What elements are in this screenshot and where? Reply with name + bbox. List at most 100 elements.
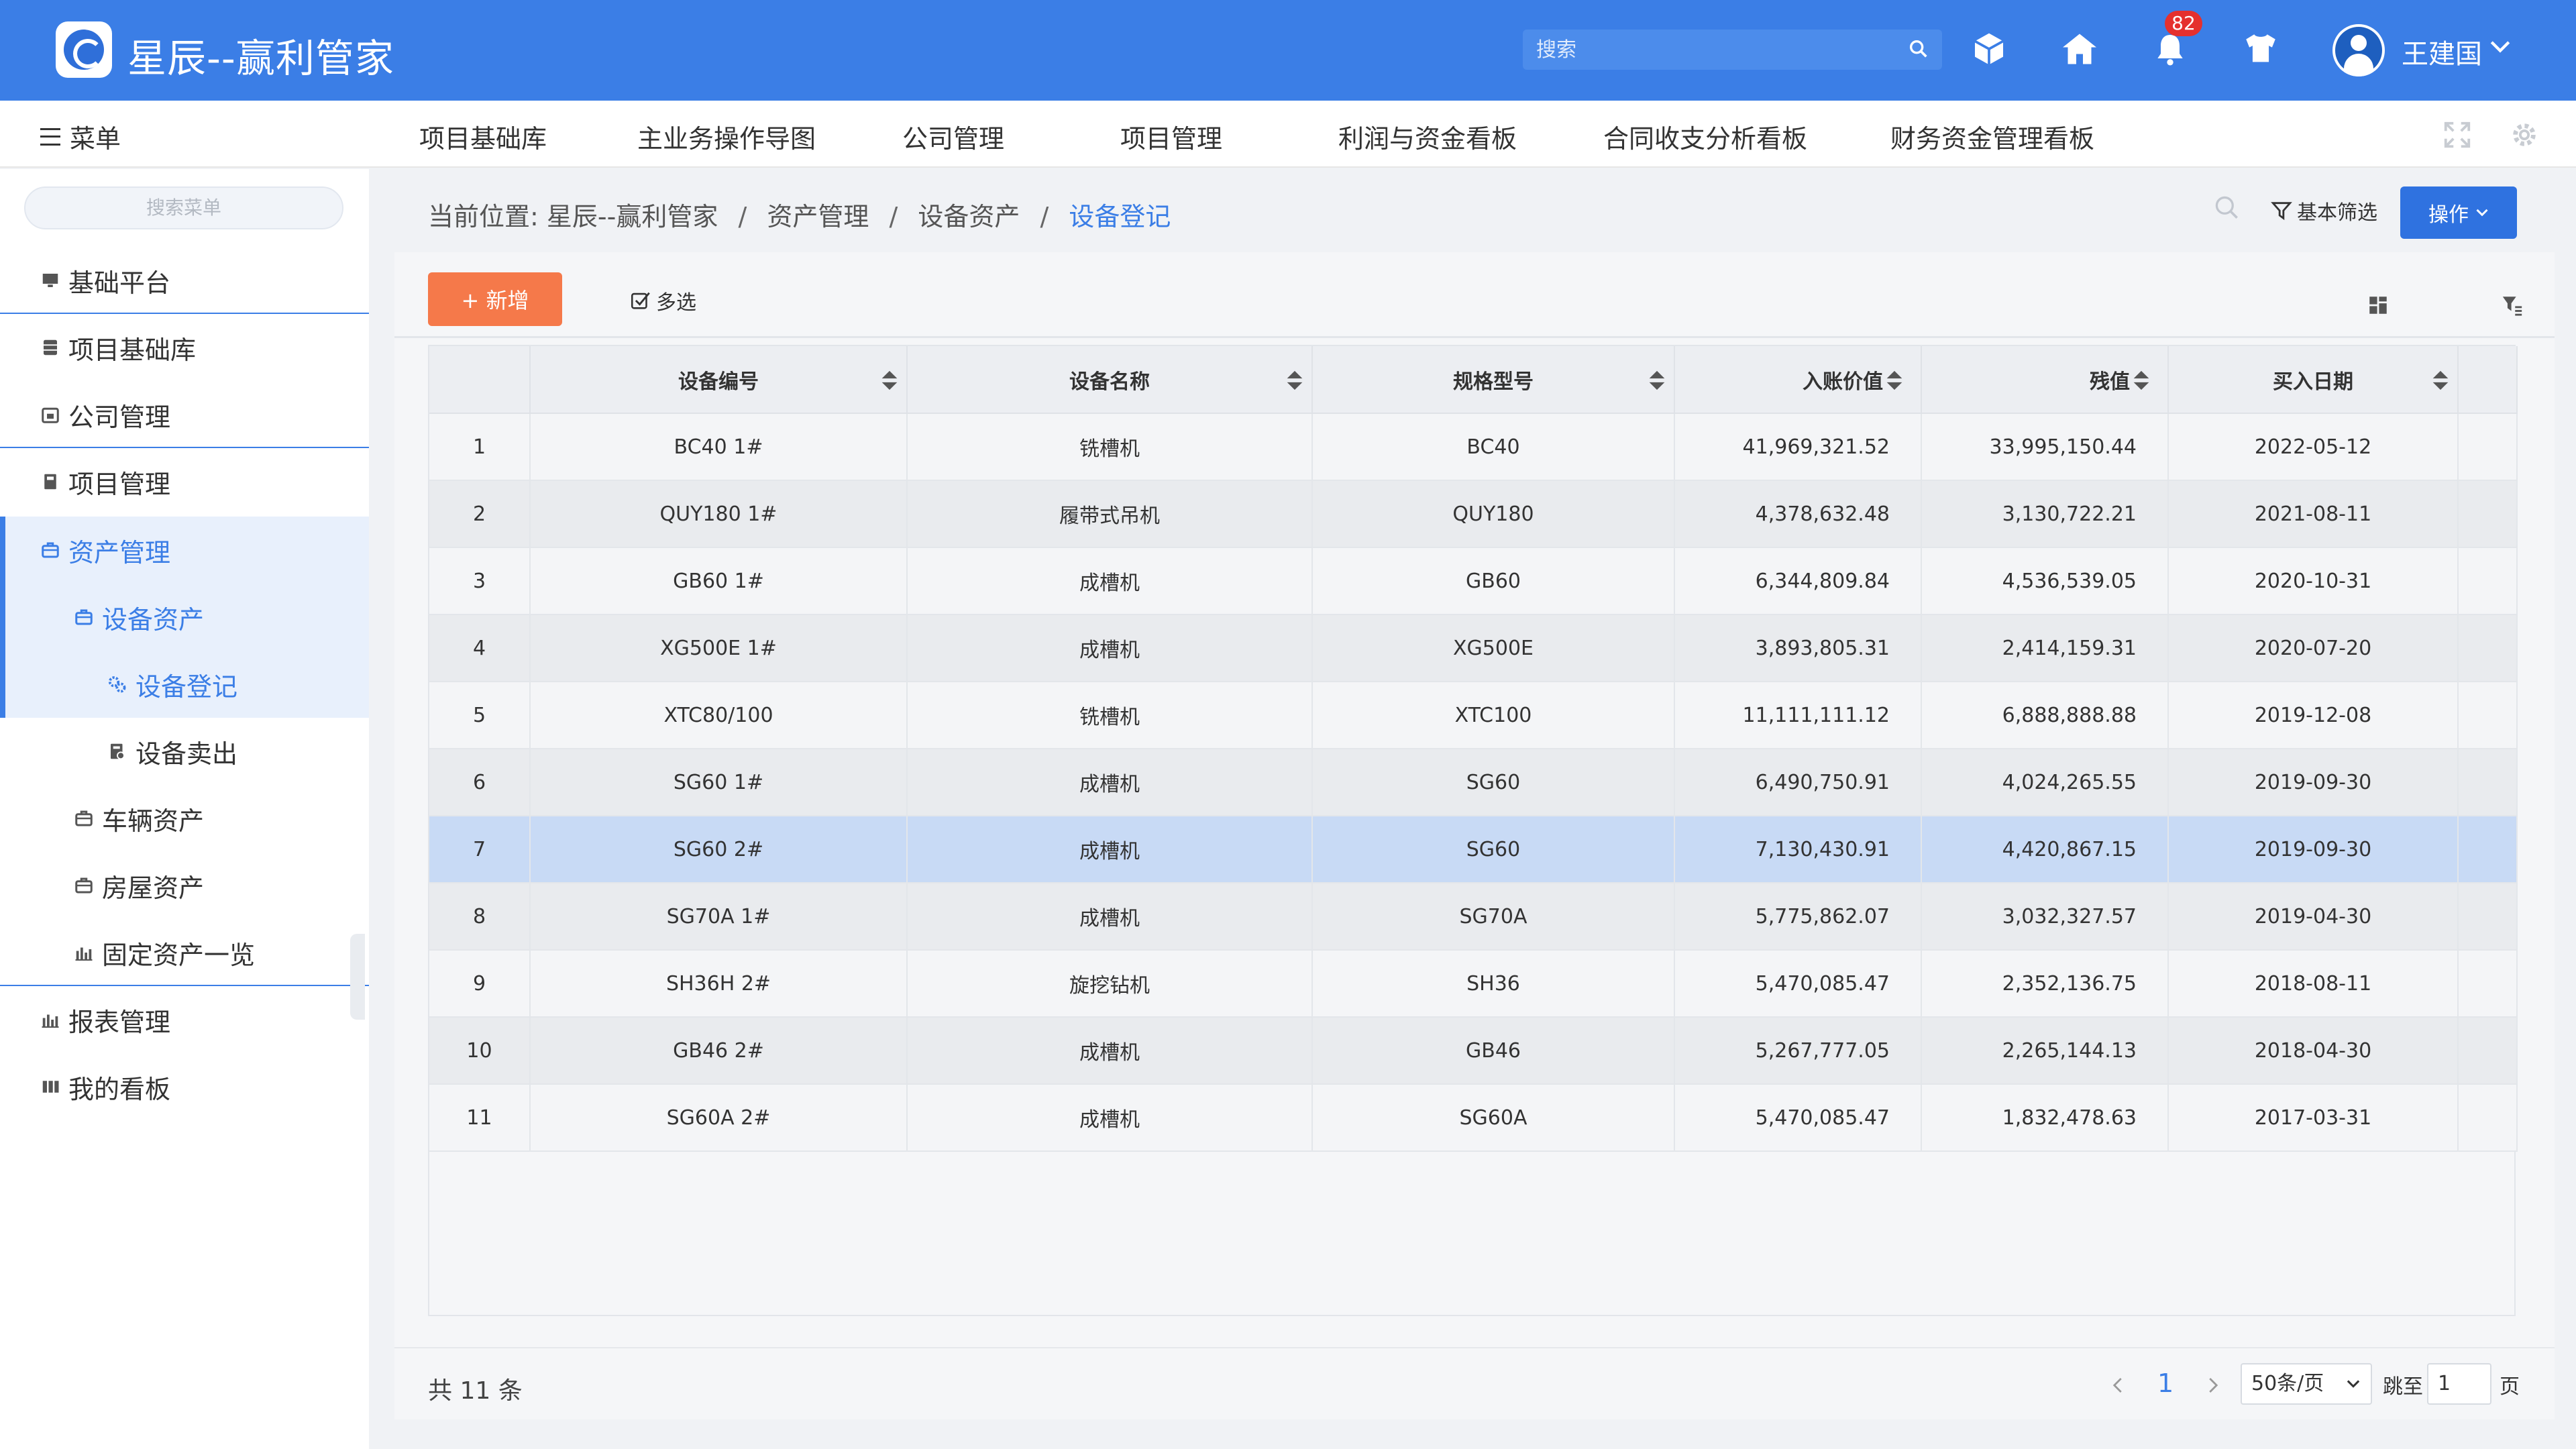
column-header-book-value[interactable]: 入账价值 — [1674, 346, 1922, 414]
sidebar-item-house-assets[interactable]: 房屋资产 — [0, 852, 369, 919]
app-logo[interactable] — [56, 21, 112, 78]
table-row[interactable]: 6 SG60 1# 成槽机 SG60 6,490,750.91 4,024,265.55 2… — [429, 749, 2518, 816]
add-button[interactable]: + 新增 — [428, 272, 562, 326]
sidebar-item-platform[interactable]: 基础平台 — [0, 247, 369, 314]
global-search[interactable] — [1523, 30, 1942, 70]
nav-item-profit-board[interactable]: 利润与资金看板 — [1338, 118, 1517, 155]
sidebar-item-equipment-assets[interactable]: 设备资产 — [0, 584, 369, 651]
cell-spacer — [2458, 614, 2518, 682]
column-header-equipment-name[interactable]: 设备名称 — [907, 346, 1313, 414]
fullscreen-icon[interactable] — [2442, 119, 2473, 150]
sort-icon[interactable] — [1884, 369, 1904, 392]
cell-model: SG60 — [1312, 816, 1675, 883]
cell-spacer — [2458, 682, 2518, 749]
operate-button[interactable]: 操作 — [2400, 186, 2517, 239]
sort-icon[interactable] — [879, 369, 900, 392]
table-row[interactable]: 8 SG70A 1# 成槽机 SG70A 5,775,862.07 3,032,327.5… — [429, 883, 2518, 951]
table-row[interactable]: 2 QUY180 1# 履带式吊机 QUY180 4,378,632.48 3,130,7… — [429, 480, 2518, 548]
cell-equipment-no: SG70A 1# — [530, 883, 908, 951]
cell-equipment-no: QUY180 1# — [530, 480, 908, 548]
cube-icon[interactable] — [1966, 25, 2012, 72]
sidebar-item-project-base[interactable]: 项目基础库 — [0, 314, 369, 381]
sidebar-item-fixed-assets-overview[interactable]: 固定资产一览 — [0, 919, 369, 986]
avatar[interactable] — [2332, 24, 2385, 76]
nav-item-finance-board[interactable]: 财务资金管理看板 — [1890, 118, 2094, 155]
chevron-left-icon[interactable] — [2108, 1375, 2129, 1395]
column-header-model[interactable]: 规格型号 — [1312, 346, 1675, 414]
breadcrumb-item[interactable]: 星辰--赢利管家 — [547, 202, 718, 231]
cell-spacer — [2458, 816, 2518, 883]
gear-icon[interactable] — [2509, 119, 2540, 150]
menu-toggle-button[interactable]: 菜单 — [40, 118, 121, 155]
cell-book-value: 7,130,430.91 — [1674, 816, 1922, 883]
table-row[interactable]: 1 BC40 1# 铣槽机 BC40 41,969,321.52 33,995,150.4… — [429, 413, 2518, 481]
tshirt-icon[interactable] — [2237, 25, 2284, 72]
breadcrumb-item[interactable]: 资产管理 — [767, 202, 869, 231]
calendar-icon — [42, 407, 59, 423]
sidebar-item-project[interactable]: 项目管理 — [0, 448, 369, 515]
multi-select-button[interactable]: 多选 — [629, 286, 696, 315]
sidebar-item-my-board[interactable]: 我的看板 — [0, 1053, 369, 1120]
breadcrumb-item[interactable]: 设备资产 — [918, 202, 1020, 231]
sidebar-collapse-handle[interactable] — [350, 934, 365, 1020]
jump-page-input[interactable]: 1 — [2427, 1363, 2491, 1405]
table-row-selected[interactable]: 7 SG60 2# 成槽机 SG60 7,130,430.91 4,420,867.15 2… — [429, 816, 2518, 883]
sidebar-item-company[interactable]: 公司管理 — [0, 381, 369, 448]
sort-icon[interactable] — [1285, 369, 1305, 392]
table-row[interactable]: 10 GB46 2# 成槽机 GB46 5,267,777.05 2,265,144.13… — [429, 1017, 2518, 1085]
grid-view-icon[interactable] — [2367, 294, 2390, 317]
database-icon — [44, 339, 57, 356]
table-row[interactable]: 4 XG500E 1# 成槽机 XG500E 3,893,805.31 2,414,159… — [429, 614, 2518, 682]
page-number-current[interactable]: 1 — [2157, 1368, 2174, 1398]
cell-book-value: 6,344,809.84 — [1674, 547, 1922, 615]
nav-item-project-base[interactable]: 项目基础库 — [419, 118, 547, 155]
global-search-input[interactable] — [1536, 38, 1885, 62]
cell-purchase-date: 2020-10-31 — [2168, 547, 2459, 615]
basic-filter-button[interactable]: 基本筛选 — [2270, 196, 2377, 225]
sidebar-item-label: 基础平台 — [68, 268, 171, 298]
column-header-label: 设备名称 — [1069, 370, 1150, 394]
filter-sort-icon[interactable] — [2501, 294, 2524, 317]
sidebar-search-input[interactable]: 搜索菜单 — [24, 186, 343, 229]
breadcrumb-bar: 当前位置: 星辰--赢利管家 / 资产管理 / 设备资产 / 设备登记 基本筛选… — [394, 169, 2576, 252]
sort-icon[interactable] — [2131, 369, 2151, 392]
user-name[interactable]: 王建国 — [2402, 32, 2482, 71]
table-row[interactable]: 11 SG60A 2# 成槽机 SG60A 5,470,085.47 1,832,478.… — [429, 1084, 2518, 1152]
cell-equipment-name: 成槽机 — [907, 749, 1313, 816]
column-header-residual-value[interactable]: 残值 — [1921, 346, 2169, 414]
home-icon[interactable] — [2056, 25, 2103, 72]
sidebar-item-vehicle-assets[interactable]: 车辆资产 — [0, 785, 369, 852]
nav-item-company[interactable]: 公司管理 — [902, 118, 1004, 155]
cell-residual-value: 4,024,265.55 — [1921, 749, 2169, 816]
briefcase-icon — [75, 877, 93, 894]
chevron-down-icon[interactable] — [2489, 39, 2512, 55]
table-row[interactable]: 5 XTC80/100 铣槽机 XTC100 11,111,111.12 6,888,88… — [429, 682, 2518, 749]
sort-icon[interactable] — [1647, 369, 1667, 392]
search-icon[interactable] — [1907, 38, 1930, 60]
cell-book-value: 5,470,085.47 — [1674, 950, 1922, 1018]
table-row[interactable]: 3 GB60 1# 成槽机 GB60 6,344,809.84 4,536,539.05 2… — [429, 547, 2518, 615]
cell-index: 7 — [429, 816, 531, 883]
nav-item-business-map[interactable]: 主业务操作导图 — [637, 118, 816, 155]
column-header-purchase-date[interactable]: 买入日期 — [2168, 346, 2459, 414]
table-body: 1 BC40 1# 铣槽机 BC40 41,969,321.52 33,995,150.4… — [429, 413, 2518, 1152]
cell-equipment-no: GB60 1# — [530, 547, 908, 615]
cell-model: SG60A — [1312, 1084, 1675, 1152]
nav-item-project[interactable]: 项目管理 — [1120, 118, 1222, 155]
operate-label: 操作 — [2428, 203, 2469, 227]
search-icon[interactable] — [2212, 193, 2242, 223]
sort-icon[interactable] — [2430, 369, 2451, 392]
sidebar-item-assets[interactable]: 资产管理 — [0, 517, 369, 584]
cell-spacer — [2458, 1017, 2518, 1085]
cell-spacer — [2458, 413, 2518, 481]
sidebar-item-reports[interactable]: 报表管理 — [0, 986, 369, 1053]
sidebar-item-equipment-sale[interactable]: 设备卖出 — [0, 718, 369, 785]
page-size-select[interactable]: 50条/页 — [2241, 1363, 2372, 1405]
cell-model: XG500E — [1312, 614, 1675, 682]
chevron-right-icon[interactable] — [2202, 1375, 2222, 1395]
table-row[interactable]: 9 SH36H 2# 旋挖钻机 SH36 5,470,085.47 2,352,136.7… — [429, 950, 2518, 1018]
nav-item-contract-board[interactable]: 合同收支分析看板 — [1603, 118, 1807, 155]
sidebar-item-equipment-register[interactable]: 设备登记 — [0, 651, 369, 718]
breadcrumb-separator: / — [738, 202, 747, 231]
column-header-equipment-no[interactable]: 设备编号 — [530, 346, 908, 414]
